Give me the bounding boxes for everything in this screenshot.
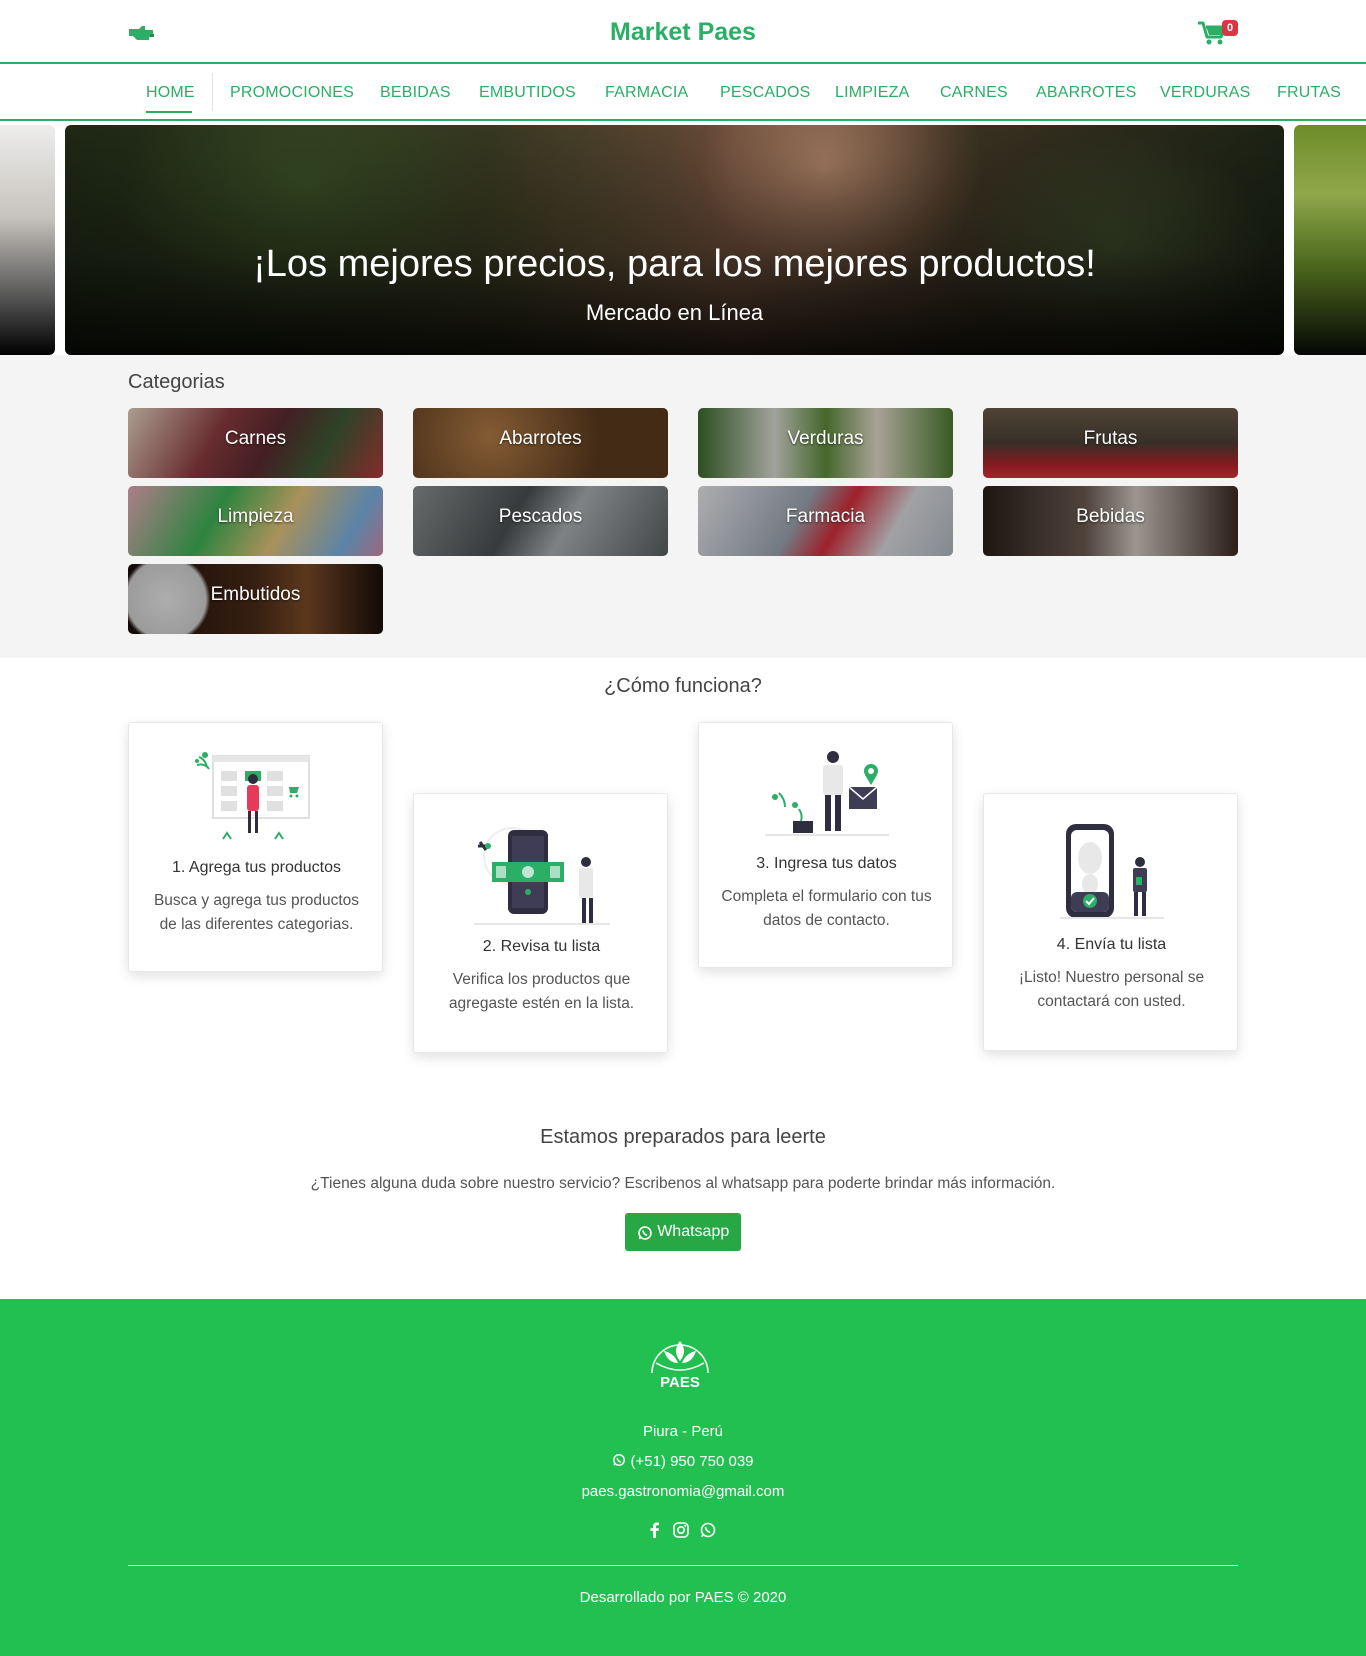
- nav-farmacia[interactable]: FARMACIA: [605, 84, 688, 102]
- category-card-frutas[interactable]: Frutas: [983, 408, 1238, 478]
- nav-carnes[interactable]: CARNES: [940, 84, 1008, 102]
- category-card-pescados[interactable]: Pescados: [413, 486, 668, 556]
- step-title: 2. Revisa tu lista: [482, 938, 601, 955]
- categories-section: Categorias Carnes Abarrotes Verduras Fru…: [0, 355, 1366, 658]
- step-title: 3. Ingresa tus datos: [756, 855, 897, 872]
- step-card-1: 1. Agrega tus productos Busca y agrega t…: [128, 722, 383, 972]
- nav-frutas[interactable]: FRUTAS: [1277, 84, 1341, 102]
- cart-count-badge: 0: [1222, 20, 1239, 36]
- footer-email[interactable]: paes.gastronomia@gmail.com: [0, 1483, 1366, 1500]
- contact-text: ¿Tienes alguna duda sobre nuestro servic…: [310, 1175, 1056, 1192]
- category-label: Abarrotes: [499, 428, 582, 449]
- facebook-icon[interactable]: [646, 1521, 664, 1539]
- footer-phone-row[interactable]: (+51) 950 750 039: [0, 1453, 1366, 1470]
- category-label: Frutas: [1083, 428, 1138, 449]
- contact-title: Estamos preparados para leerte: [540, 1126, 826, 1148]
- category-label: Embutidos: [210, 584, 301, 605]
- category-card-farmacia[interactable]: Farmacia: [698, 486, 953, 556]
- step-card-3: 3. Ingresa tus datos Completa el formula…: [698, 722, 953, 968]
- hero-title: ¡Los mejores precios, para los mejores p…: [253, 243, 1096, 285]
- instagram-icon[interactable]: [672, 1521, 690, 1539]
- nav-promociones[interactable]: PROMOCIONES: [230, 84, 354, 102]
- step-description: Busca y agrega tus productos de las dife…: [153, 892, 360, 933]
- category-card-carnes[interactable]: Carnes: [128, 408, 383, 478]
- nav-abarrotes[interactable]: ABARROTES: [1036, 84, 1137, 102]
- step-description: Verifica los productos que agregaste est…: [448, 971, 635, 1012]
- category-label: Limpieza: [217, 506, 294, 527]
- nav-verduras[interactable]: VERDURAS: [1160, 84, 1251, 102]
- step-description: ¡Listo! Nuestro personal se contactará c…: [1018, 969, 1205, 1010]
- category-label: Pescados: [498, 506, 583, 527]
- category-card-limpieza[interactable]: Limpieza: [128, 486, 383, 556]
- category-nav: HOME PROMOCIONES BEBIDAS EMBUTIDOS FARMA…: [0, 64, 1366, 121]
- whatsapp-button-label: Whatsapp: [657, 1223, 730, 1240]
- category-label: Carnes: [224, 428, 287, 449]
- whatsapp-icon: [613, 1454, 626, 1466]
- nav-home[interactable]: HOME: [146, 84, 195, 102]
- nav-divider: [212, 73, 213, 111]
- brand-title[interactable]: Market Paes: [0, 18, 1366, 47]
- category-label: Farmacia: [785, 506, 866, 527]
- category-card-abarrotes[interactable]: Abarrotes: [413, 408, 668, 478]
- send-list-illustration: [1060, 824, 1164, 919]
- step-card-2: 2. Revisa tu lista Verifica los producto…: [413, 793, 668, 1053]
- category-label: Bebidas: [1076, 506, 1145, 527]
- enter-data-illustration: [765, 751, 889, 836]
- carousel-prev-slide[interactable]: [0, 125, 55, 355]
- categories-heading: Categorias: [128, 371, 225, 393]
- category-label: Verduras: [787, 428, 864, 449]
- step-card-4: 4. Envía tu lista ¡Listo! Nuestro person…: [983, 793, 1238, 1051]
- whatsapp-icon: [637, 1223, 653, 1241]
- step-title: 4. Envía tu lista: [1056, 936, 1167, 953]
- paes-logo: PAES: [651, 1341, 709, 1391]
- footer-divider: [128, 1565, 1238, 1566]
- how-it-works-title: ¿Cómo funciona?: [604, 675, 762, 697]
- whatsapp-icon[interactable]: [699, 1521, 717, 1539]
- review-list-illustration: [474, 827, 610, 925]
- nav-bebidas[interactable]: BEBIDAS: [380, 84, 451, 102]
- step-title: 1. Agrega tus productos: [172, 859, 341, 876]
- carousel-next-slide[interactable]: [1294, 125, 1366, 355]
- footer-location: Piura - Perú: [642, 1423, 724, 1440]
- hero-banner: ¡Los mejores precios, para los mejores p…: [65, 125, 1284, 355]
- logo-text: PAES: [660, 1374, 700, 1391]
- nav-pescados[interactable]: PESCADOS: [720, 84, 811, 102]
- hero-subtitle: Mercado en Línea: [585, 300, 764, 325]
- add-products-illustration: [195, 752, 310, 840]
- nav-embutidos[interactable]: EMBUTIDOS: [479, 84, 576, 102]
- step-description: Completa el formulario con tus datos de …: [721, 888, 932, 929]
- category-card-verduras[interactable]: Verduras: [698, 408, 953, 478]
- footer-phone: (+51) 950 750 039: [630, 1453, 754, 1470]
- footer-copyright: Desarrollado por PAES © 2020: [579, 1589, 787, 1606]
- footer: PAES Piura - Perú (+51) 950 750 039 paes…: [0, 1299, 1366, 1656]
- category-card-embutidos[interactable]: Embutidos: [128, 564, 383, 634]
- active-nav-indicator: [146, 111, 192, 113]
- top-bar: Market Paes 0: [0, 0, 1366, 64]
- whatsapp-button[interactable]: Whatsapp: [625, 1213, 741, 1251]
- nav-limpieza[interactable]: LIMPIEZA: [835, 84, 910, 102]
- category-card-bebidas[interactable]: Bebidas: [983, 486, 1238, 556]
